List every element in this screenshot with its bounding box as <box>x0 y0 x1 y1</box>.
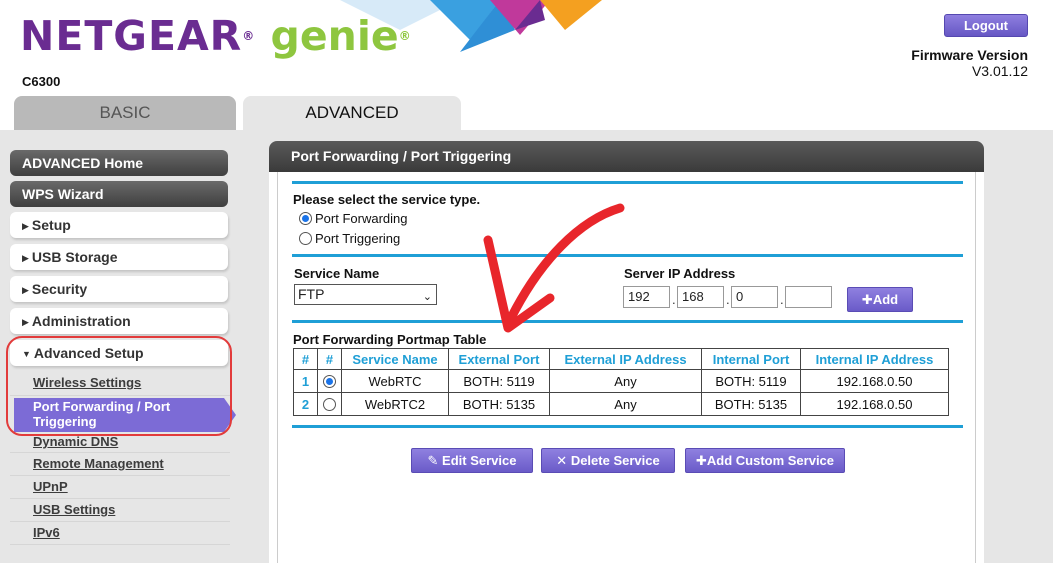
add-button-label: Add <box>872 292 899 307</box>
panel-title: Port Forwarding / Port Triggering <box>269 141 984 172</box>
highlight-annotation <box>6 336 232 436</box>
close-icon: ✕ <box>556 453 568 468</box>
edit-service-button[interactable]: ✎ Edit Service <box>411 448 533 473</box>
divider <box>10 452 230 453</box>
divider <box>10 498 230 499</box>
service-name-cell: WebRTC2 <box>341 392 449 416</box>
column-header-service-name: Service Name <box>341 348 449 370</box>
sidebar-item-label: Setup <box>31 217 71 233</box>
radio-selected-icon[interactable] <box>323 374 336 388</box>
row-number: 1 <box>293 369 318 393</box>
plus-icon: ✚ <box>695 453 707 468</box>
service-name-cell: WebRTC <box>341 369 449 393</box>
section-divider <box>292 425 963 428</box>
pencil-icon: ✎ <box>427 453 439 468</box>
radio-unselected-icon[interactable] <box>323 397 336 411</box>
server-ip-label: Server IP Address <box>624 266 736 281</box>
sidebar-item-usb-storage[interactable]: ▶ USB Storage <box>10 244 228 270</box>
section-divider <box>292 181 963 184</box>
server-ip-octet-1[interactable]: 192 <box>623 286 670 308</box>
triangle-right-icon: ▶ <box>22 221 29 231</box>
chevron-down-icon: ⌄ <box>422 291 432 303</box>
external-ip-cell: Any <box>549 392 702 416</box>
row-select[interactable] <box>317 369 342 393</box>
column-header-external-ip: External IP Address <box>549 348 702 370</box>
add-button[interactable]: ✚Add <box>847 287 913 312</box>
sidebar-subitem-remote-management[interactable]: Remote Management <box>33 456 164 471</box>
sidebar-item-label: Administration <box>31 313 131 329</box>
internal-ip-cell: 192.168.0.50 <box>800 392 949 416</box>
add-custom-service-button[interactable]: ✚Add Custom Service <box>685 448 845 473</box>
internal-port-cell: BOTH: 5135 <box>701 392 801 416</box>
column-header-internal-ip: Internal IP Address <box>800 348 949 370</box>
portmap-table: # # Service Name External Port External … <box>293 348 949 416</box>
external-port-cell: BOTH: 5119 <box>448 369 550 393</box>
portmap-table-title: Port Forwarding Portmap Table <box>293 332 487 347</box>
delete-service-label: Delete Service <box>570 453 660 468</box>
option-label: Port Forwarding <box>315 211 408 226</box>
external-port-cell: BOTH: 5135 <box>448 392 550 416</box>
sidebar-subitem-upnp[interactable]: UPnP <box>33 479 68 494</box>
triangle-right-icon: ▶ <box>22 253 29 263</box>
add-custom-service-label: Add Custom Service <box>706 453 835 468</box>
service-name-select[interactable]: FTP ⌄ <box>294 284 437 305</box>
row-number: 2 <box>293 392 318 416</box>
delete-service-button[interactable]: ✕ Delete Service <box>541 448 675 473</box>
server-ip-octet-3[interactable]: 0 <box>731 286 778 308</box>
product-reg-mark: ® <box>398 29 412 43</box>
sidebar-item-advanced-home[interactable]: ADVANCED Home <box>10 150 228 176</box>
edit-service-label: Edit Service <box>442 453 517 468</box>
table-row[interactable]: 1 WebRTC BOTH: 5119 Any BOTH: 5119 192.1… <box>293 369 949 393</box>
triangle-right-icon: ▶ <box>22 285 29 295</box>
server-ip-octet-2[interactable]: 168 <box>677 286 724 308</box>
plus-icon: ✚ <box>861 292 873 307</box>
tab-basic[interactable]: BASIC <box>14 96 236 130</box>
sidebar-subitem-ipv6[interactable]: IPv6 <box>33 525 60 540</box>
sidebar-subitem-usb-settings[interactable]: USB Settings <box>33 502 115 517</box>
column-header-internal-port: Internal Port <box>701 348 801 370</box>
model-name: C6300 <box>22 74 61 89</box>
ip-dot: . <box>780 292 784 307</box>
product-name: genie <box>270 12 399 60</box>
sidebar-item-label: Security <box>31 281 88 297</box>
sidebar-item-setup[interactable]: ▶ Setup <box>10 212 228 238</box>
internal-port-cell: BOTH: 5119 <box>701 369 801 393</box>
internal-ip-cell: 192.168.0.50 <box>800 369 949 393</box>
netgear-genie-logo: NETGEAR® genie® <box>20 12 412 60</box>
service-type-prompt: Please select the service type. <box>293 192 481 207</box>
logout-button[interactable]: Logout <box>944 14 1028 37</box>
service-name-label: Service Name <box>294 266 380 281</box>
sidebar-item-administration[interactable]: ▶ Administration <box>10 308 228 334</box>
column-header-select: # <box>317 348 342 370</box>
firmware-version-value: V3.01.12 <box>971 63 1028 79</box>
table-header-row: # # Service Name External Port External … <box>293 348 949 370</box>
option-port-triggering[interactable]: Port Triggering <box>299 231 400 246</box>
row-select[interactable] <box>317 392 342 416</box>
column-header-number: # <box>293 348 318 370</box>
server-ip-octet-4[interactable] <box>785 286 832 308</box>
radio-selected-icon[interactable] <box>299 212 312 225</box>
service-name-value: FTP <box>298 286 325 302</box>
divider <box>10 521 230 522</box>
external-ip-cell: Any <box>549 369 702 393</box>
radio-unselected-icon[interactable] <box>299 232 312 245</box>
column-header-external-port: External Port <box>448 348 550 370</box>
option-port-forwarding[interactable]: Port Forwarding <box>299 211 407 226</box>
triangle-right-icon: ▶ <box>22 317 29 327</box>
ip-dot: . <box>672 292 676 307</box>
sidebar-item-wps-wizard[interactable]: WPS Wizard <box>10 181 228 207</box>
option-label: Port Triggering <box>315 231 401 246</box>
table-row[interactable]: 2 WebRTC2 BOTH: 5135 Any BOTH: 5135 192.… <box>293 392 949 416</box>
ip-dot: . <box>726 292 730 307</box>
sidebar-item-label: USB Storage <box>31 249 118 265</box>
brand-name: NETGEAR <box>20 12 243 60</box>
divider <box>10 475 230 476</box>
red-arrow-annotation <box>483 203 625 333</box>
divider <box>10 544 230 545</box>
firmware-version-label: Firmware Version <box>911 47 1028 63</box>
tab-advanced[interactable]: ADVANCED <box>243 96 461 130</box>
sidebar-item-security[interactable]: ▶ Security <box>10 276 228 302</box>
brand-reg-mark: ® <box>242 29 256 43</box>
sidebar-subitem-dynamic-dns[interactable]: Dynamic DNS <box>33 434 118 449</box>
